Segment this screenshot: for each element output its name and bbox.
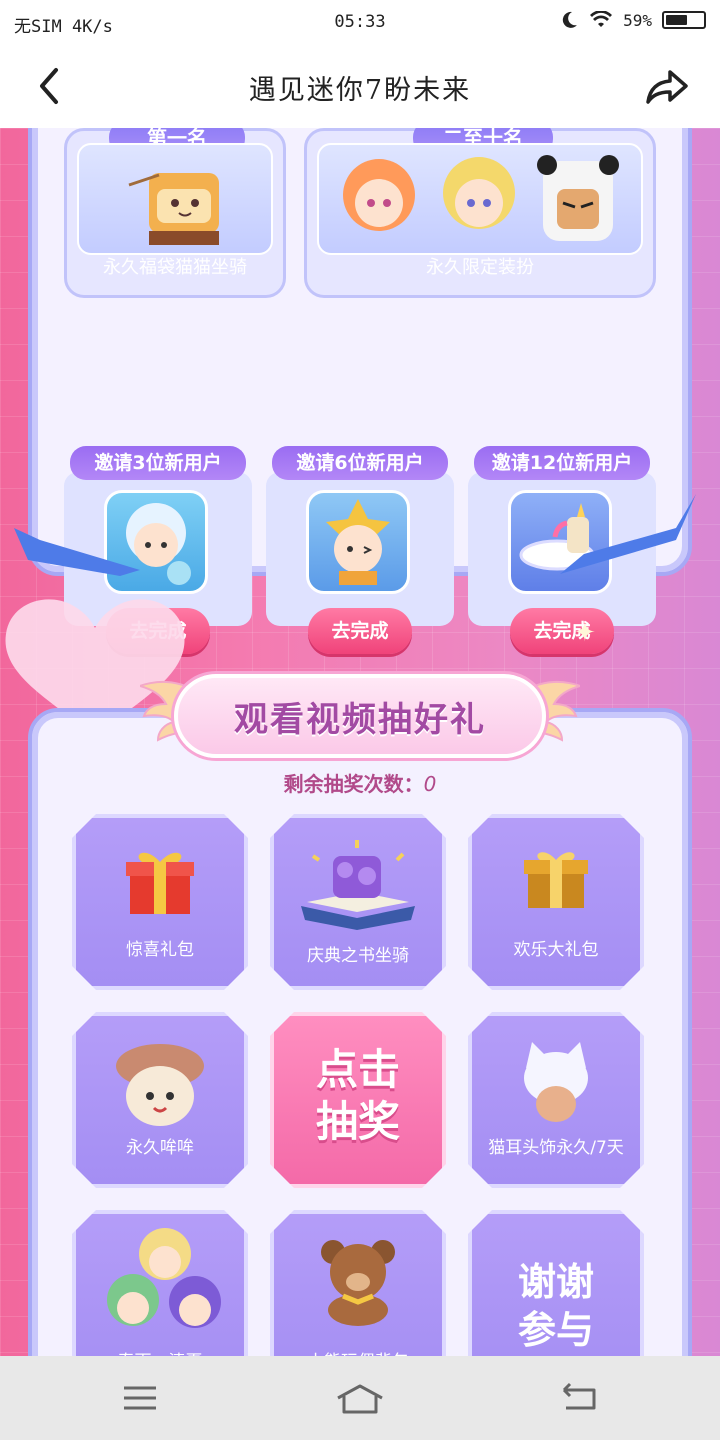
prize-cat-ear-headwear: 猫耳头饰永久/7天 — [468, 1012, 644, 1188]
red-gift-box-icon — [126, 852, 194, 914]
prize-spring-rain-summer: 春雨、清夏 — [72, 1210, 248, 1356]
back-icon[interactable] — [560, 1382, 600, 1414]
task-complete-button[interactable]: 去完成 — [308, 608, 412, 654]
menu-icon[interactable] — [120, 1382, 160, 1414]
cat-mount-icon — [128, 173, 219, 245]
prize-label: 猫耳头饰永久/7天 — [488, 1138, 624, 1158]
gold-gift-box-icon — [524, 852, 588, 908]
prize-surprise-pack: 惊喜礼包 — [72, 814, 248, 990]
prize-label: 永久哞哞 — [126, 1138, 194, 1158]
task-title: 邀请12位新用户 — [474, 446, 650, 480]
task-title: 邀请6位新用户 — [272, 446, 448, 480]
top-ten-prize-label: 永久限定装扮 — [426, 257, 534, 278]
lottery-banner: 观看视频抽好礼 — [140, 666, 580, 766]
status-bar: 无SIM 4K/s 05:33 59% — [0, 0, 720, 48]
prize-label: 庆典之书坐骑 — [307, 946, 409, 966]
sparkle-icon: ✦ — [574, 618, 596, 648]
draw-line-2: 抽奖 — [315, 1097, 400, 1146]
cat-ear-headwear-icon — [524, 1042, 588, 1122]
task-title: 邀请3位新用户 — [70, 446, 246, 480]
title-bar: 遇见迷你7盼未来 — [0, 48, 720, 128]
prize-permanent-moomoo: 永久哞哞 — [72, 1012, 248, 1188]
top-ten-prize-image — [317, 143, 643, 255]
top-ten-prize-card: 二至十名 永久限定装扮 — [304, 128, 656, 298]
celebration-book-icon — [301, 840, 415, 930]
wifi-icon — [590, 11, 613, 27]
draw-button-text[interactable]: 点击 抽奖 — [274, 1044, 442, 1148]
star-character-icon — [306, 490, 410, 594]
status-icons: 59% — [559, 10, 706, 30]
prize-label: 春雨、清夏 — [76, 1347, 244, 1356]
prize-label: 惊喜礼包 — [126, 940, 194, 960]
lottery-title: 观看视频抽好礼 — [234, 700, 486, 740]
page-title: 遇见迷你7盼未来 — [248, 75, 472, 106]
system-navigation-bar — [0, 1356, 720, 1440]
battery-icon — [662, 11, 706, 29]
invite-task-6: 邀请6位新用户 去完成 — [266, 446, 454, 654]
prize-joy-big-pack: 欢乐大礼包 — [468, 814, 644, 990]
remaining-draws-label: 剩余抽奖次数： — [283, 772, 424, 796]
activity-content[interactable]: 第一名 永久福袋猫猫坐骑 二至十名 永久限定装扮 邀请3位新用户 邀请6位新用户… — [0, 128, 720, 1356]
costume-characters-icon — [343, 155, 619, 241]
right-ribbon-decoration — [560, 494, 696, 574]
battery-percent: 59% — [623, 10, 652, 30]
thanks-line-2: 参与 — [517, 1308, 594, 1352]
moon-icon — [562, 11, 578, 28]
thanks-text: 谢谢 参与 — [472, 1258, 640, 1354]
characters-icon — [107, 1228, 221, 1328]
left-ribbon-decoration — [14, 528, 140, 576]
first-prize-label: 永久福袋猫猫坐骑 — [103, 257, 247, 278]
first-prize-image — [77, 143, 273, 255]
prize-teddy-bear-backpack: 小熊玩偶背包 — [270, 1210, 446, 1356]
prize-label: 小熊玩偶背包 — [274, 1347, 442, 1356]
share-icon[interactable] — [644, 66, 690, 106]
remaining-draws: 剩余抽奖次数：0 — [0, 768, 720, 797]
prize-label: 欢乐大礼包 — [513, 940, 599, 960]
thanks-line-1: 谢谢 — [517, 1260, 594, 1304]
task-complete-button[interactable]: 去完成 — [510, 608, 614, 654]
teddy-bear-icon — [321, 1240, 395, 1326]
draw-line-1: 点击 — [315, 1045, 400, 1094]
first-prize-card: 第一名 永久福袋猫猫坐骑 — [64, 128, 286, 298]
draw-button[interactable]: 点击 抽奖 — [270, 1012, 446, 1188]
prize-celebration-book: 庆典之书坐骑 — [270, 814, 446, 990]
remaining-draws-count: 0 — [423, 772, 437, 796]
home-icon[interactable] — [334, 1382, 386, 1414]
prize-thanks-for-participating: 谢谢 参与 — [468, 1210, 644, 1356]
cow-avatar-icon — [116, 1044, 204, 1126]
